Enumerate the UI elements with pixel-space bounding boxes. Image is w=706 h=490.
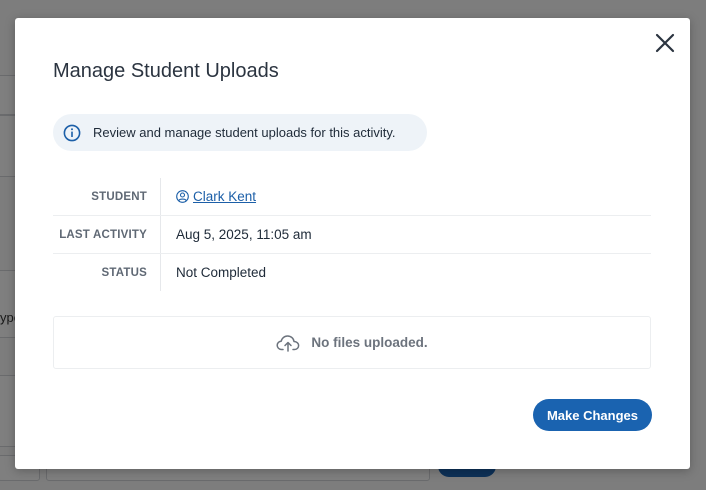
- detail-value: Clark Kent: [161, 178, 256, 215]
- make-changes-button[interactable]: Make Changes: [533, 399, 652, 431]
- uploaded-files-area: No files uploaded.: [53, 316, 651, 369]
- user-icon: [176, 190, 189, 203]
- detail-label: STUDENT: [53, 178, 161, 215]
- modal-title: Manage Student Uploads: [53, 60, 279, 82]
- info-banner: Review and manage student uploads for th…: [53, 114, 427, 151]
- student-name: Clark Kent: [193, 189, 257, 204]
- detail-row-student: STUDENT Clark Kent: [53, 178, 651, 215]
- close-button[interactable]: [654, 32, 676, 54]
- detail-label: LAST ACTIVITY: [53, 216, 161, 253]
- info-icon: [63, 124, 81, 142]
- detail-row-status: STATUS Not Completed: [53, 253, 651, 291]
- manage-uploads-modal: Manage Student Uploads Review and manage…: [15, 18, 690, 469]
- no-files-text: No files uploaded.: [311, 335, 428, 350]
- student-link[interactable]: Clark Kent: [176, 189, 256, 204]
- detail-value: Aug 5, 2025, 11:05 am: [176, 227, 312, 242]
- info-text: Review and manage student uploads for th…: [93, 125, 396, 140]
- student-details: STUDENT Clark Kent LAST ACTIVITY Aug 5, …: [53, 178, 651, 291]
- detail-value: Not Completed: [176, 265, 267, 280]
- cloud-upload-icon: [276, 334, 300, 352]
- detail-row-last-activity: LAST ACTIVITY Aug 5, 2025, 11:05 am: [53, 215, 651, 253]
- detail-label: STATUS: [53, 254, 161, 291]
- close-icon: [655, 33, 675, 53]
